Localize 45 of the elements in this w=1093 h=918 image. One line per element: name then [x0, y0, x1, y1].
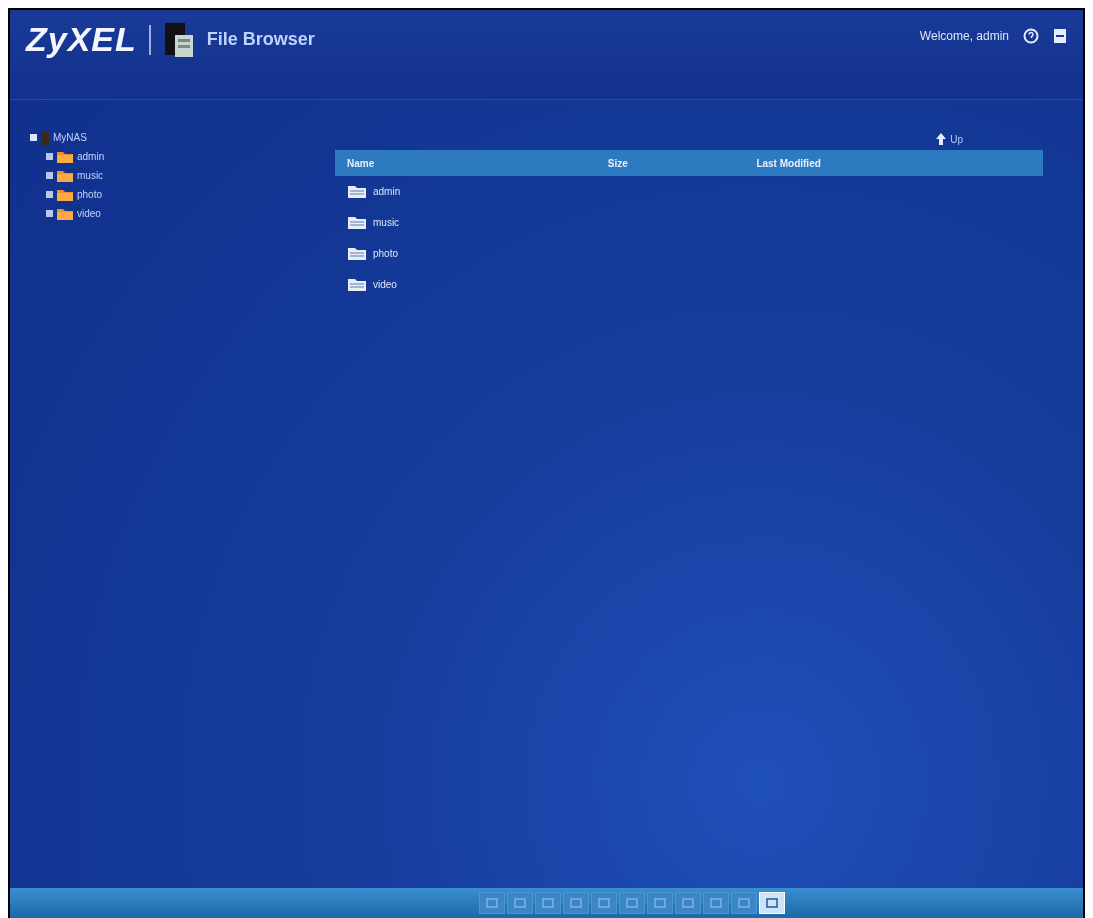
folder-icon — [347, 215, 367, 230]
expand-icon[interactable] — [46, 210, 53, 217]
folder-icon — [56, 149, 74, 164]
window-icon — [737, 898, 750, 908]
window-icon — [541, 898, 554, 908]
up-link[interactable]: Up — [936, 133, 963, 145]
file-cabinet-icon — [162, 22, 195, 57]
tree-item[interactable]: admin — [46, 147, 335, 166]
logo: ZyXEL — [26, 20, 137, 59]
folder-icon — [347, 246, 367, 261]
folder-icon — [56, 187, 74, 202]
window-icon — [765, 898, 778, 908]
help-icon[interactable] — [1023, 28, 1039, 44]
folder-icon — [56, 168, 74, 183]
folder-icon — [347, 184, 367, 199]
welcome-text: Welcome, admin — [919, 29, 1009, 43]
window-icon — [625, 898, 638, 908]
window-icon — [569, 898, 582, 908]
nas-drive-icon — [40, 130, 50, 145]
tree-item[interactable]: music — [46, 166, 335, 185]
tree-item[interactable]: photo — [46, 185, 335, 204]
window-icon — [709, 898, 722, 908]
tree-item[interactable]: video — [46, 204, 335, 223]
window-icon — [485, 898, 498, 908]
column-header[interactable]: Size — [595, 150, 745, 176]
file-name[interactable]: video — [373, 279, 397, 290]
window-icon — [597, 898, 610, 908]
folder-icon — [56, 206, 74, 221]
expand-icon[interactable] — [46, 172, 53, 179]
file-name[interactable]: music — [373, 217, 400, 228]
expand-icon[interactable] — [46, 153, 53, 160]
file-name[interactable]: photo — [373, 248, 399, 259]
expand-icon[interactable] — [46, 191, 53, 198]
tree-item[interactable]: MyNAS — [30, 128, 335, 147]
window-icon — [653, 898, 666, 908]
column-header[interactable]: Name — [335, 150, 596, 176]
app-title: File Browser — [206, 29, 315, 50]
collapse-icon[interactable] — [30, 134, 37, 141]
folder-icon — [347, 277, 367, 292]
window-icon — [513, 898, 526, 908]
up-arrow-icon — [936, 133, 947, 145]
window-icon — [681, 898, 694, 908]
column-header[interactable]: Last Modified — [744, 150, 1043, 176]
logout-icon[interactable] — [1053, 28, 1067, 44]
file-name[interactable]: admin — [373, 186, 401, 197]
